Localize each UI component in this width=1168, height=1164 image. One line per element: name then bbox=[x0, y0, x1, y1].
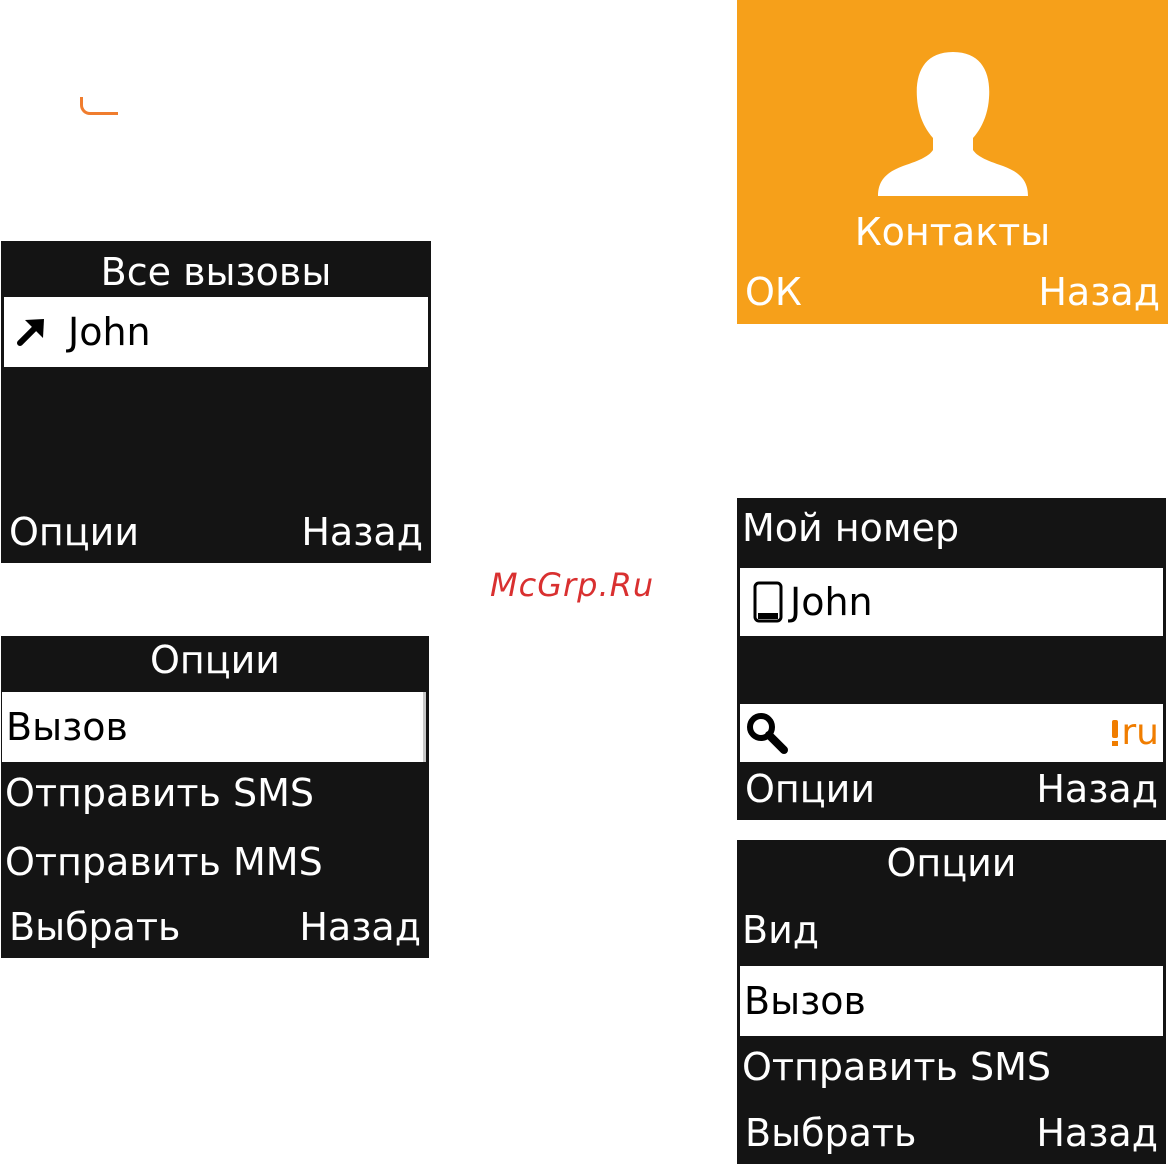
options-softkey[interactable]: Опции bbox=[745, 770, 875, 808]
select-softkey[interactable]: Выбрать bbox=[9, 908, 180, 946]
back-softkey[interactable]: Назад bbox=[1036, 770, 1158, 808]
outgoing-call-arrow-icon bbox=[14, 315, 48, 349]
menu-item-label: Вызов bbox=[6, 705, 128, 749]
menu-item-call[interactable]: Вызов bbox=[2, 692, 426, 762]
search-icon bbox=[746, 712, 788, 754]
input-mode-label: ru bbox=[1121, 712, 1159, 753]
all-calls-screen: Все вызовы John Опции Назад bbox=[1, 241, 431, 563]
search-input[interactable]: ru bbox=[740, 704, 1163, 762]
back-softkey[interactable]: Назад bbox=[1038, 273, 1160, 311]
screen-title: Опции bbox=[886, 841, 1017, 885]
menu-item-label: Вызов bbox=[744, 979, 866, 1023]
back-softkey[interactable]: Назад bbox=[299, 908, 421, 946]
back-softkey[interactable]: Назад bbox=[301, 513, 423, 551]
contact-options-screen: Опции Вид Вызов Отправить SMS Выбрать На… bbox=[737, 840, 1166, 1164]
menu-item-send-sms[interactable]: Отправить SMS bbox=[742, 1048, 1161, 1086]
decorative-corner-mark bbox=[80, 97, 118, 115]
screen-title: Опции bbox=[149, 638, 280, 682]
back-softkey[interactable]: Назад bbox=[1036, 1114, 1158, 1152]
call-log-entry[interactable]: John bbox=[4, 297, 428, 367]
screen-title: Все вызовы bbox=[100, 250, 332, 294]
menu-label: Контакты bbox=[854, 210, 1051, 254]
menu-item-view[interactable]: Вид bbox=[742, 911, 1161, 949]
watermark: McGrp.Ru bbox=[490, 566, 655, 604]
input-mode-icon bbox=[1111, 720, 1119, 746]
mobile-phone-icon bbox=[752, 581, 784, 623]
input-mode-indicator: ru bbox=[1111, 715, 1159, 751]
menu-item-call[interactable]: Вызов bbox=[740, 966, 1163, 1036]
screen-title: Мой номер bbox=[742, 506, 960, 550]
menu-item-send-mms[interactable]: Отправить MMS bbox=[5, 843, 424, 881]
menu-item-send-sms[interactable]: Отправить SMS bbox=[5, 774, 424, 812]
contact-entry[interactable]: John bbox=[740, 568, 1163, 636]
select-softkey[interactable]: Выбрать bbox=[745, 1114, 916, 1152]
call-entry-name: John bbox=[68, 310, 151, 354]
ok-softkey[interactable]: ОК bbox=[745, 273, 802, 311]
options-softkey[interactable]: Опции bbox=[9, 513, 139, 551]
person-icon bbox=[877, 50, 1029, 196]
my-number-screen: Мой номер John ru Опции Назад bbox=[737, 498, 1166, 820]
call-options-screen: Опции Вызов Отправить SMS Отправить MMS … bbox=[1, 636, 429, 958]
contacts-menu-screen: Контакты ОК Назад bbox=[737, 0, 1168, 324]
contact-name: John bbox=[790, 580, 873, 624]
